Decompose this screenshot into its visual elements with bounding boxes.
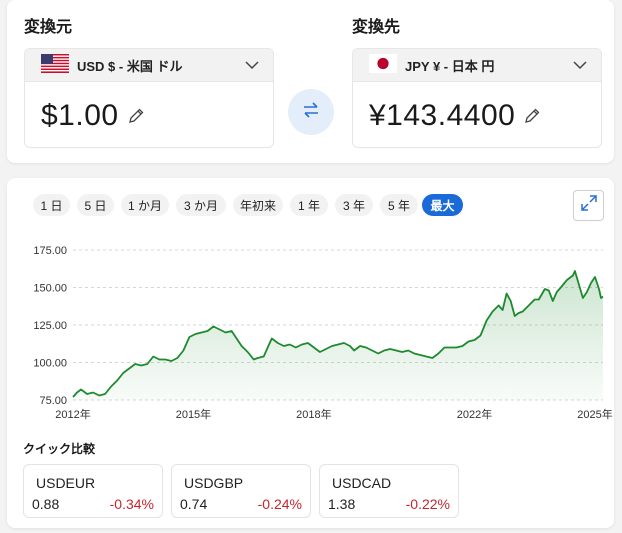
swap-button[interactable] — [288, 89, 334, 135]
pencil-icon[interactable] — [127, 107, 145, 130]
quick-pair: USDGBP — [184, 475, 244, 491]
quick-change: -0.34% — [109, 496, 154, 512]
y-tick-label: 125.00 — [33, 320, 67, 332]
quick-change: -0.24% — [257, 496, 302, 512]
japan-flag-icon — [369, 54, 397, 76]
quick-pair: USDCAD — [332, 475, 392, 491]
x-tick-label: 2012年 — [55, 407, 90, 421]
to-currency-box: JPY ¥ - 日本 円 ¥143.4400 — [352, 48, 602, 148]
quick-compare-card[interactable]: USDCAD 1.38 -0.22% — [319, 464, 459, 518]
chevron-down-icon — [573, 58, 587, 73]
to-currency-select[interactable]: JPY ¥ - 日本 円 — [353, 49, 601, 82]
y-tick-label: 175.00 — [33, 245, 67, 257]
quick-rate: 1.38 — [328, 496, 356, 512]
x-tick-label: 2018年 — [296, 407, 331, 421]
from-amount-input[interactable]: $1.00 — [41, 99, 119, 133]
pencil-icon[interactable] — [523, 107, 541, 130]
quick-pair: USDEUR — [36, 475, 96, 491]
from-currency-label: USD $ - 米国 ドル — [77, 58, 183, 74]
quick-change: -0.22% — [405, 496, 450, 512]
to-amount-value[interactable]: ¥143.4400 — [369, 99, 515, 133]
series-area — [73, 271, 603, 400]
x-tick-label: 2025年 — [577, 407, 612, 421]
converter-card: 変換元 変換先 USD $ - 米国 ドル $1.00 JPY ¥ - 日本 円… — [7, 0, 614, 163]
y-tick-label: 100.00 — [33, 358, 67, 370]
us-flag-icon — [41, 54, 69, 76]
quick-compare-card[interactable]: USDEUR 0.88 -0.34% — [23, 464, 163, 518]
from-currency-select[interactable]: USD $ - 米国 ドル — [25, 49, 273, 82]
y-tick-label: 75.00 — [39, 395, 67, 407]
quick-compare-card[interactable]: USDGBP 0.74 -0.24% — [171, 464, 311, 518]
from-currency-box: USD $ - 米国 ドル $1.00 — [24, 48, 274, 148]
x-tick-label: 2022年 — [457, 407, 492, 421]
chevron-down-icon — [245, 58, 259, 73]
y-tick-label: 150.00 — [33, 283, 67, 295]
exchange-rate-chart: 175.00 150.00 125.00 100.00 75.002012年 2015年 2… — [33, 245, 612, 421]
to-label: 変換先 — [352, 19, 401, 36]
x-tick-label: 2015年 — [176, 407, 211, 421]
chart-card: 1 日 5 日 1 か月 3 か月 年初来 1 年 3 年 5 年 最大 175… — [7, 178, 614, 528]
quick-rate: 0.88 — [32, 496, 60, 512]
from-label: 変換元 — [24, 19, 73, 36]
quick-rate: 0.74 — [180, 496, 208, 512]
quick-compare-title: クイック比較 — [23, 442, 96, 456]
to-currency-label: JPY ¥ - 日本 円 — [405, 58, 495, 74]
swap-arrows-icon — [301, 101, 321, 124]
